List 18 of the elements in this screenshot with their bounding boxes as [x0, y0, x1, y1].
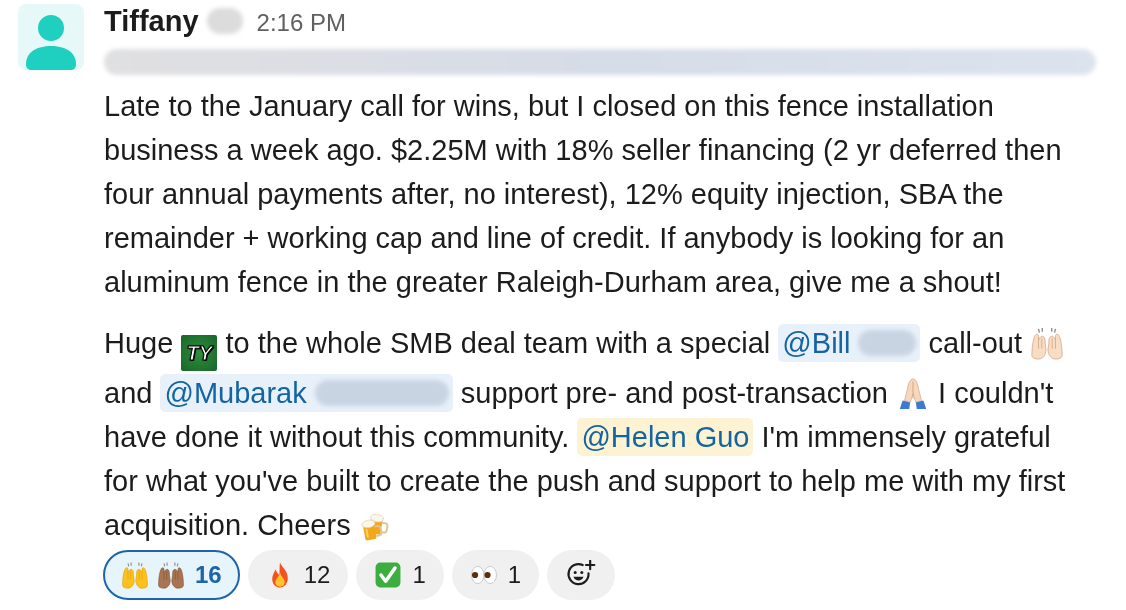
raised-hands-icon	[157, 561, 185, 589]
reaction-button[interactable]: 12	[247, 550, 349, 600]
reaction-button[interactable]: 1	[356, 550, 444, 600]
author-name[interactable]: Tiffany	[104, 4, 199, 38]
message-text: Huge TY to the whole SMB deal team with a special @Bill call-out and @Mubarak support pre- and post-transaction I couldn't have done it without this community. @Helen Guo I'm immensely grateful for what you've built to create the push and support to help me with my first acquisition. Cheers	[104, 321, 1092, 547]
user-mention[interactable]: @Helen Guo	[577, 418, 754, 456]
avatar-icon	[18, 4, 84, 70]
raised-hands-icon	[121, 561, 149, 589]
user-mention[interactable]: @Mubarak	[160, 374, 453, 412]
ty-sticker: TY	[181, 335, 218, 371]
message-text: Late to the January call for wins, but I closed on this fence installation business a week ago. $2.25M with 18% seller financing (2 yr deferred then four annual payments after, no interest), 12% equity injection, SBA the remainder + working cap and line of credit. If anybody is looking for an aluminum fence in the greater Raleigh-Durham area, give me a shout!	[104, 89, 1063, 300]
check-mark-icon	[374, 561, 403, 589]
add-reaction-button[interactable]	[547, 550, 616, 600]
raised-hands-icon	[1030, 326, 1065, 360]
user-mention[interactable]: @Bill	[778, 324, 921, 362]
reaction-button[interactable]: 16	[103, 550, 240, 600]
reaction-button[interactable]: 1	[451, 550, 540, 600]
timestamp[interactable]: 2:16 PM	[256, 5, 346, 41]
